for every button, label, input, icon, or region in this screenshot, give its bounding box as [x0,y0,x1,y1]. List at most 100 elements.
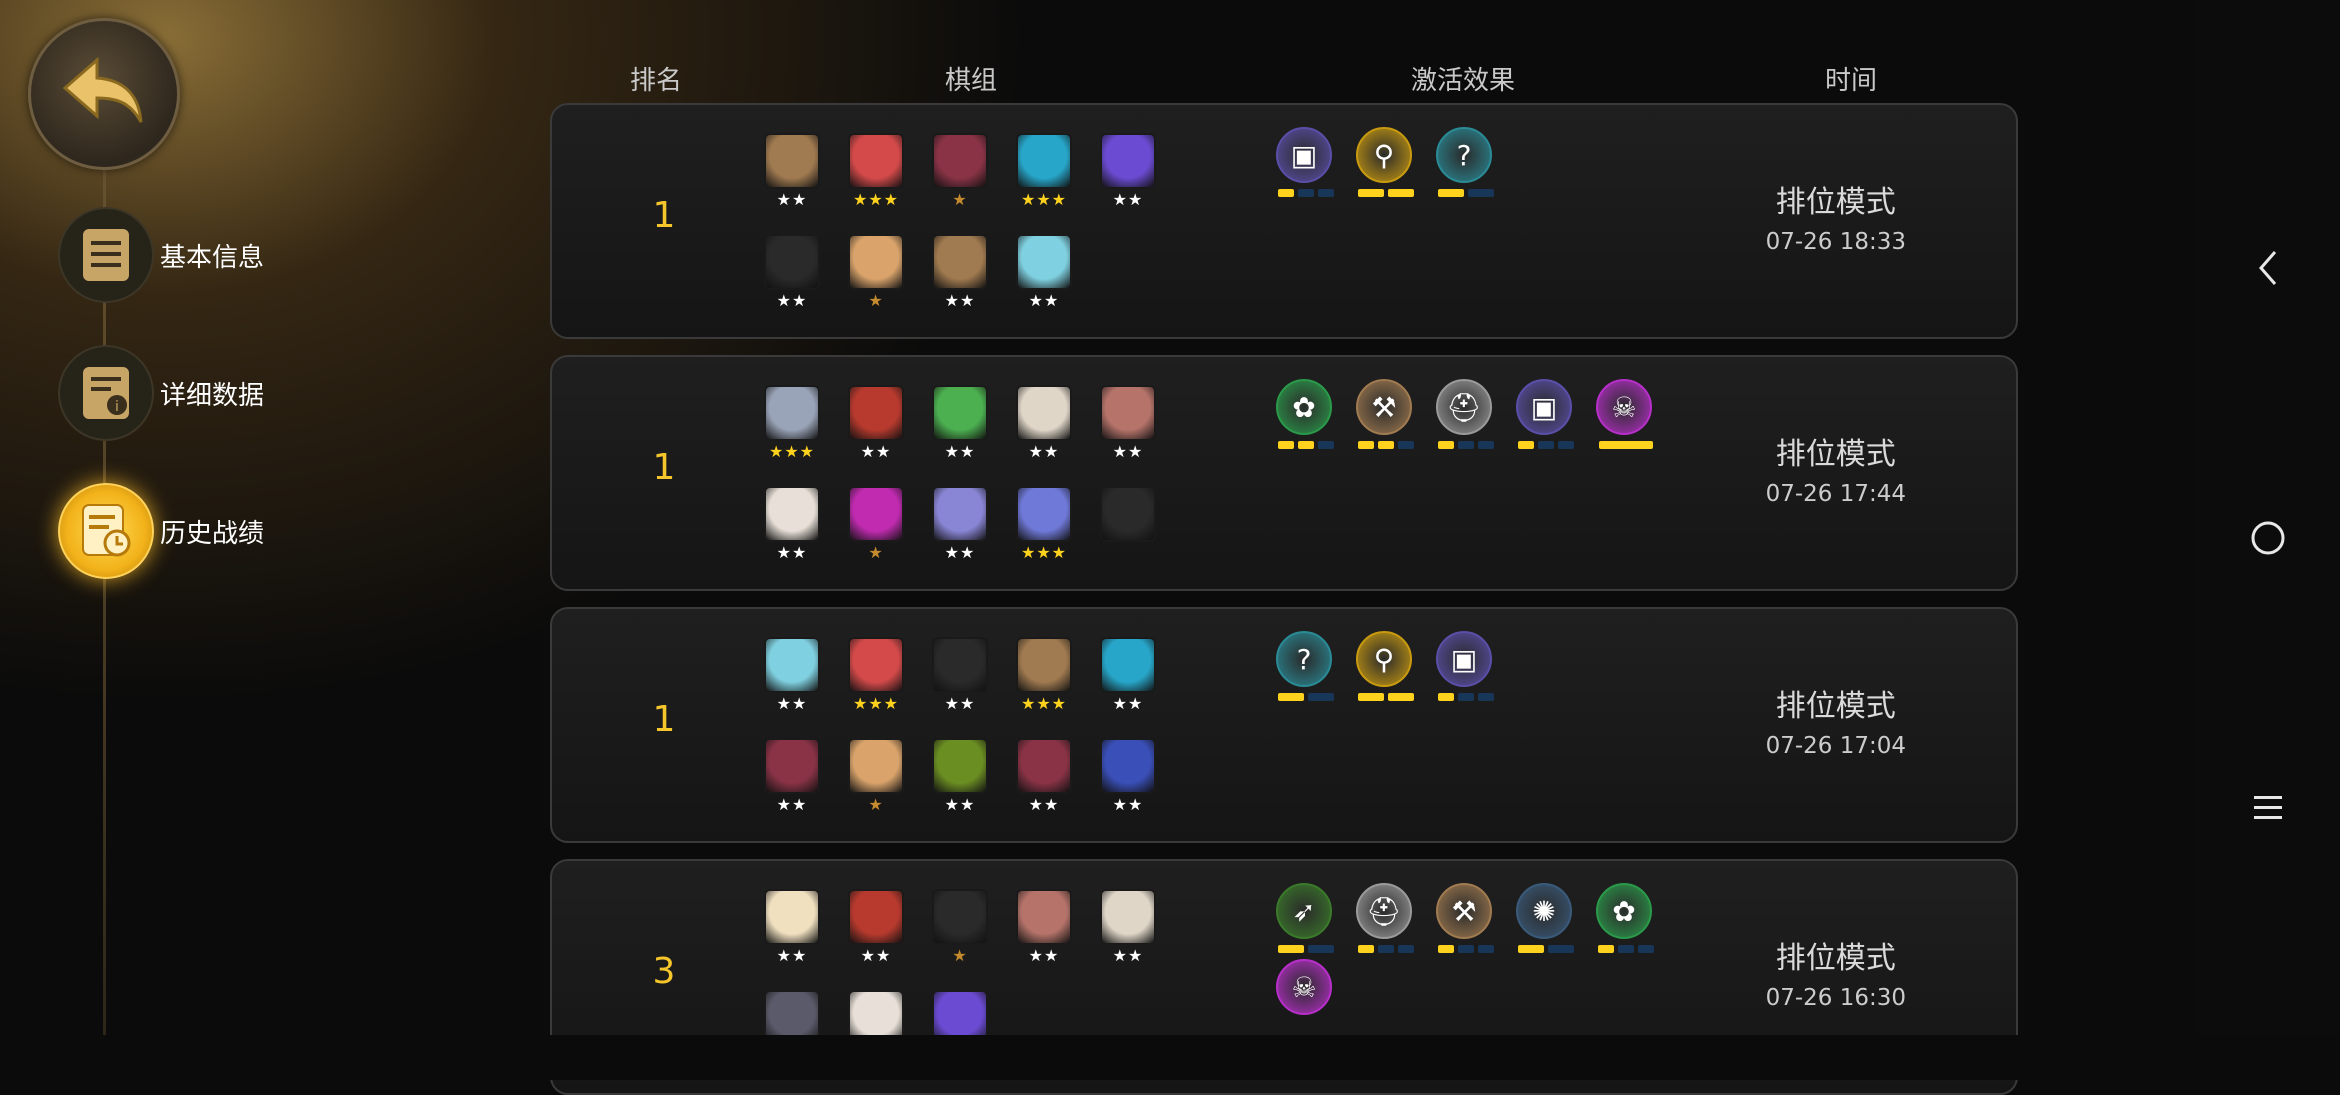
unit-card[interactable]: ★★ [932,738,988,818]
unit-card[interactable]: ★★ [1100,133,1156,213]
unit-card[interactable]: ★ [848,234,904,314]
axe-icon: ⚒ [1436,883,1492,939]
trait-pip [1598,945,1614,953]
trait-badge[interactable]: ⚲ [1356,631,1416,711]
trait-pip [1358,189,1384,197]
trait-pip [1558,441,1574,449]
unit-card[interactable]: ★★ [1016,385,1072,465]
unit-card[interactable]: ★★ [764,889,820,969]
unit-card[interactable]: ★★ [764,486,820,566]
unit-portrait-icon [1100,637,1156,693]
trait-level-pips [1356,441,1416,449]
trait-badge[interactable]: ✿ [1276,379,1336,459]
trait-pip [1358,441,1374,449]
back-button[interactable] [28,18,180,170]
axe-icon: ⚒ [1356,379,1412,435]
unit-card[interactable]: ★★★ [764,385,820,465]
trait-badge[interactable]: ✺ [1516,883,1576,963]
trait-pip [1468,189,1494,197]
trait-pip [1278,189,1294,197]
hamburger-menu-icon [2250,790,2286,830]
trait-badge[interactable]: ? [1436,127,1496,207]
trait-level-pips [1516,441,1576,449]
unit-card[interactable]: ★★★ [848,637,904,717]
unit-card[interactable]: ★★ [764,637,820,717]
trait-badge[interactable]: ? [1276,631,1336,711]
unit-card[interactable]: ★★ [1100,738,1156,818]
trait-pip [1438,945,1454,953]
trait-badge[interactable]: ▣ [1276,127,1336,207]
sidebar-item-detailed-data[interactable]: i 详细数据 [58,345,264,441]
trait-badge[interactable]: ☠ [1276,959,1336,1039]
unit-card[interactable]: ★★ [932,486,988,566]
match-row[interactable]: 1 ★★★ ★★ ★★ ★★ ★★ ★★ ★ ★★ ★★★ ✿ ⚒ ⛑ ▣ ☠ 排位模式 07-26 17:44 [550,355,2018,591]
trait-level-pips [1516,945,1576,953]
unit-card[interactable]: ★★ [932,385,988,465]
trait-pip [1358,945,1374,953]
gold-emblem-icon: ⚲ [1356,631,1412,687]
unit-card[interactable]: ★★ [1016,889,1072,969]
unit-portrait-icon [848,133,904,189]
unit-card[interactable]: ★★★ [1016,133,1072,213]
unit-portrait-icon [1016,385,1072,441]
trait-badge[interactable]: ➶ [1276,883,1336,963]
trait-pip [1638,945,1654,953]
unit-card[interactable]: ★★ [1016,738,1072,818]
sidebar-item-match-history[interactable]: 历史战绩 [58,483,264,579]
unit-card[interactable]: ★★ [1100,889,1156,969]
unit-card[interactable]: ★★ [1100,385,1156,465]
unit-portrait-icon [1016,738,1072,794]
unit-card[interactable]: ★ [848,738,904,818]
unit-card[interactable]: ★★ [932,234,988,314]
unit-card[interactable]: ★★★ [848,133,904,213]
trait-pip [1438,441,1454,449]
unit-portrait-icon [932,637,988,693]
unit-card[interactable]: ★ [848,486,904,566]
system-back-button[interactable] [2244,246,2292,294]
unit-card[interactable]: ★★★ [1016,637,1072,717]
unit-stars: ★★ [1112,795,1144,814]
unit-card[interactable]: ★ [932,133,988,213]
trait-badge[interactable]: ⛑ [1356,883,1416,963]
trait-badge[interactable]: ☠ [1596,379,1656,459]
trait-badge[interactable]: ▣ [1516,379,1576,459]
match-mode-block: 排位模式 07-26 17:04 [1766,681,1906,759]
unit-portrait-icon [764,738,820,794]
trait-pip [1378,441,1394,449]
column-header-traits: 激活效果 [1411,66,1516,96]
unit-card[interactable]: ★★ [848,889,904,969]
sidebar-item-label: 详细数据 [160,380,265,411]
unit-card[interactable]: ★★ [1016,234,1072,314]
match-row[interactable]: 1 ★★ ★★★ ★ ★★★ ★★ ★★ ★ ★★ ★★ ▣ ⚲? 排位模式 07-26 18:33 [550,103,2018,339]
unit-portrait-icon [1016,889,1072,945]
sidebar-item-basic-info[interactable]: 基本信息 [58,207,264,303]
system-home-button[interactable] [2244,516,2292,564]
trait-badge[interactable]: ⛑ [1436,379,1496,459]
trait-badge[interactable]: ⚲ [1356,127,1416,207]
unit-stars: ★★ [776,543,808,562]
system-menu-button[interactable] [2244,786,2292,834]
unit-card[interactable]: ★★ [764,738,820,818]
demon-skull-icon: ☠ [1596,379,1652,435]
unit-portrait-icon [1016,133,1072,189]
unit-card[interactable]: ★★ [848,385,904,465]
trait-badge[interactable]: ⚒ [1356,379,1416,459]
unit-card[interactable]: ★ [932,889,988,969]
match-mode: 排位模式 [1775,689,1896,724]
unit-card[interactable]: ★★ [764,234,820,314]
unit-portrait-icon [1100,385,1156,441]
trait-pip [1278,693,1304,701]
trait-badge[interactable]: ✿ [1596,883,1656,963]
match-mode: 排位模式 [1775,437,1896,472]
unit-card[interactable]: ★★ [764,133,820,213]
unit-card[interactable]: ★★ [1100,637,1156,717]
match-row[interactable]: 1 ★★ ★★★ ★★ ★★★ ★★ ★★ ★ ★★ ★★ ★★? ⚲ ▣ 排位模式 07-26 17:04 [550,607,2018,843]
trait-badge[interactable]: ⚒ [1436,883,1496,963]
unit-portrait-icon [764,385,820,441]
unit-card[interactable] [1100,486,1156,566]
trait-badge[interactable]: ▣ [1436,631,1496,711]
unit-card[interactable]: ★★ [932,637,988,717]
unit-card[interactable]: ★★★ [1016,486,1072,566]
match-mode: 排位模式 [1775,185,1896,220]
helmet-icon: ⛑ [1436,379,1492,435]
